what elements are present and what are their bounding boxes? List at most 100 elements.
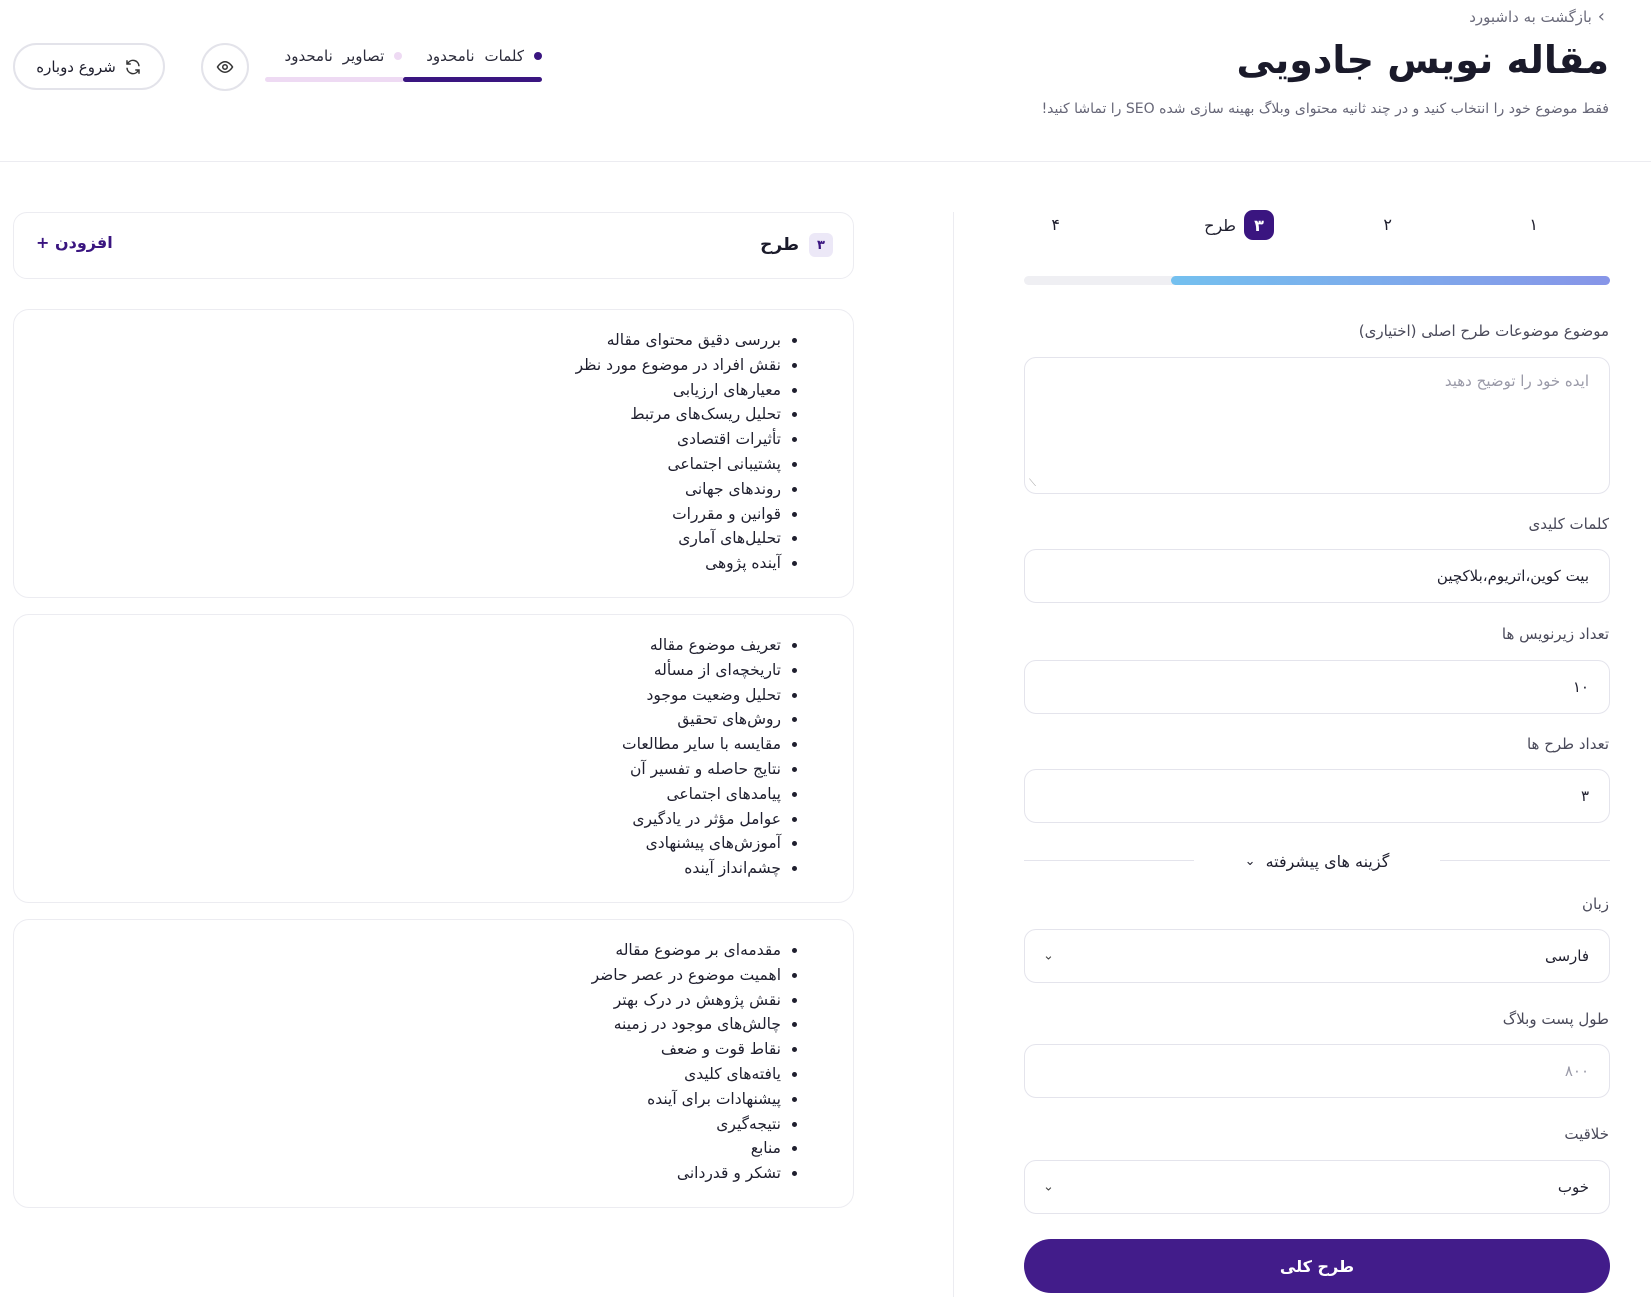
creativity-value: خوب <box>1557 1178 1589 1196</box>
outline-list: مقدمه‌ای بر موضوع مقالهاهمیت موضوع در عص… <box>592 938 799 1186</box>
outline-panel-header: ۳ طرح افزودن + <box>13 212 854 279</box>
subtitles-count-input[interactable]: ۱۰ <box>1024 660 1610 714</box>
advanced-options-toggle[interactable]: گزینه های پیشرفته ⌄ <box>1024 846 1610 876</box>
outline-item: تشکر و قدردانی <box>592 1161 781 1186</box>
outline-item: چالش‌های موجود در زمینه <box>592 1012 781 1037</box>
outline-item: پیامدهای اجتماعی <box>622 782 781 807</box>
creativity-label: خلاقیت <box>1564 1125 1609 1143</box>
chevron-right-icon: › <box>1597 6 1605 27</box>
step-number: ۴ <box>1051 215 1060 234</box>
outline-item: اهمیت موضوع در عصر حاضر <box>592 963 781 988</box>
length-label: طول پست وبلاگ <box>1502 1010 1609 1028</box>
length-placeholder: ۸۰۰ <box>1564 1062 1589 1080</box>
images-usage-bar <box>265 77 404 82</box>
language-label: زبان <box>1581 895 1609 913</box>
outline-item: روش‌های تحقیق <box>622 707 781 732</box>
page-subtitle: فقط موضوع خود را انتخاب کنید و در چند ثا… <box>1041 101 1609 117</box>
outline-item: قوانین و مقررات <box>576 502 781 527</box>
outline-item: نقش افراد در موضوع مورد نظر <box>576 353 781 378</box>
words-value: نامحدود <box>426 47 475 65</box>
outline-item: منابع <box>592 1136 781 1161</box>
outline-item: بررسی دقیق محتوای مقاله <box>576 328 781 353</box>
step-1[interactable]: ۱ <box>1529 215 1538 234</box>
outline-topic-label: موضوع موضوعات طرح اصلی (اختیاری) <box>1358 322 1609 340</box>
outline-item: تأثیرات اقتصادی <box>576 427 781 452</box>
outline-item: تاریخچه‌ای از مسأله <box>622 658 781 683</box>
advanced-options-label: گزینه های پیشرفته <box>1265 851 1390 871</box>
outline-topic-textarea[interactable]: ایده خود را توضیح دهید ⟋ <box>1024 357 1610 494</box>
words-usage-bar <box>403 77 542 82</box>
outline-item: یافته‌های کلیدی <box>592 1062 781 1087</box>
outline-item: نتیجه‌گیری <box>592 1112 781 1137</box>
outline-panel-title: طرح <box>760 235 799 255</box>
outline-count-badge: ۳ <box>809 233 833 257</box>
outlines-count-label: تعداد طرح ها <box>1526 735 1609 753</box>
creativity-select[interactable]: خوب ⌄ <box>1024 1160 1610 1214</box>
outline-item: مقایسه با سایر مطالعات <box>622 732 781 757</box>
outline-list: بررسی دقیق محتوای مقالهنقش افراد در موضو… <box>576 328 799 576</box>
outline-item: روندهای جهانی <box>576 477 781 502</box>
chevron-down-icon: ⌄ <box>1043 948 1054 964</box>
header-divider <box>0 161 1651 162</box>
outline-card-3[interactable]: مقدمه‌ای بر موضوع مقالهاهمیت موضوع در عص… <box>13 919 854 1208</box>
outline-item: آینده پژوهی <box>576 551 781 576</box>
step-number: ۲ <box>1383 215 1392 234</box>
outline-item: چشم‌انداز آینده <box>622 856 781 881</box>
outlines-count-input[interactable]: ۳ <box>1024 769 1610 823</box>
panel-divider <box>953 212 954 1297</box>
keywords-label: کلمات کلیدی <box>1528 515 1610 533</box>
generate-outline-button[interactable]: طرح کلی <box>1024 1239 1610 1293</box>
outline-topic-placeholder: ایده خود را توضیح دهید <box>1444 372 1589 390</box>
step-3[interactable]: ۳ طرح <box>1204 210 1274 240</box>
restart-label: شروع دوباره <box>36 57 116 76</box>
back-link-label: بازگشت به داشبورد <box>1469 7 1592 26</box>
outline-card-2[interactable]: تعریف موضوع مقالهتاریخچه‌ای از مسألهتحلی… <box>13 614 854 903</box>
back-to-dashboard-link[interactable]: › بازگشت به داشبورد <box>1469 6 1605 27</box>
outline-item: نقاط قوت و ضعف <box>592 1037 781 1062</box>
eye-icon <box>216 60 234 74</box>
keywords-input[interactable]: بیت کوین،اتریوم،بلاکچین <box>1024 549 1610 603</box>
words-dot-icon <box>534 52 542 60</box>
outline-item: تعریف موضوع مقاله <box>622 633 781 658</box>
outline-item: تحلیل ریسک‌های مرتبط <box>576 402 781 427</box>
words-label: کلمات <box>484 47 524 65</box>
preview-button[interactable] <box>201 43 249 91</box>
outline-item: تحلیل وضعیت موجود <box>622 683 781 708</box>
outlines-count-value: ۳ <box>1580 787 1589 805</box>
length-input[interactable]: ۸۰۰ <box>1024 1044 1610 1098</box>
outline-item: مقدمه‌ای بر موضوع مقاله <box>592 938 781 963</box>
outline-item: نتایج حاصله و تفسیر آن <box>622 757 781 782</box>
language-select[interactable]: فارسی ⌄ <box>1024 929 1610 983</box>
chevron-down-icon: ⌄ <box>1244 853 1256 869</box>
outline-item: عوامل مؤثر در یادگیری <box>622 807 781 832</box>
step-2[interactable]: ۲ <box>1383 215 1392 234</box>
outline-card-1[interactable]: بررسی دقیق محتوای مقالهنقش افراد در موضو… <box>13 309 854 598</box>
chevron-down-icon: ⌄ <box>1043 1179 1054 1195</box>
refresh-icon <box>126 59 140 74</box>
restart-button[interactable]: شروع دوباره <box>13 43 165 90</box>
keywords-value: بیت کوین،اتریوم،بلاکچین <box>1436 567 1589 585</box>
step-progress-bar <box>1024 276 1610 285</box>
outline-item: نقش پژوهش در درک بهتر <box>592 988 781 1013</box>
step-progress-fill <box>1170 276 1610 285</box>
outline-item: پشتیبانی اجتماعی <box>576 452 781 477</box>
step-number: ۱ <box>1529 215 1538 234</box>
outline-item: پیشنهادات برای آینده <box>592 1087 781 1112</box>
images-value: نامحدود <box>284 47 333 65</box>
step-4[interactable]: ۴ <box>1051 215 1060 234</box>
step-indicator: ۱ ۲ ۳ طرح ۴ <box>1024 210 1610 255</box>
outline-item: معیارهای ارزیابی <box>576 378 781 403</box>
step-label: طرح <box>1204 215 1236 235</box>
outline-item: تحلیل‌های آماری <box>576 526 781 551</box>
images-dot-icon <box>394 52 403 60</box>
subtitles-count-value: ۱۰ <box>1572 678 1589 696</box>
outline-item: آموزش‌های پیشنهادی <box>622 831 781 856</box>
page-title: مقاله نویس جادویی <box>1236 38 1610 82</box>
step-number-active: ۳ <box>1244 210 1274 240</box>
resize-grip-icon[interactable]: ⟋ <box>1029 478 1036 489</box>
subtitles-count-label: تعداد زیرنویس ها <box>1501 625 1609 643</box>
usage-stats: کلمات نامحدود تصاویر نامحدود <box>262 43 542 82</box>
images-label: تصاویر <box>342 47 385 65</box>
outline-list: تعریف موضوع مقالهتاریخچه‌ای از مسألهتحلی… <box>622 633 799 881</box>
add-outline-button[interactable]: افزودن + <box>36 233 113 252</box>
